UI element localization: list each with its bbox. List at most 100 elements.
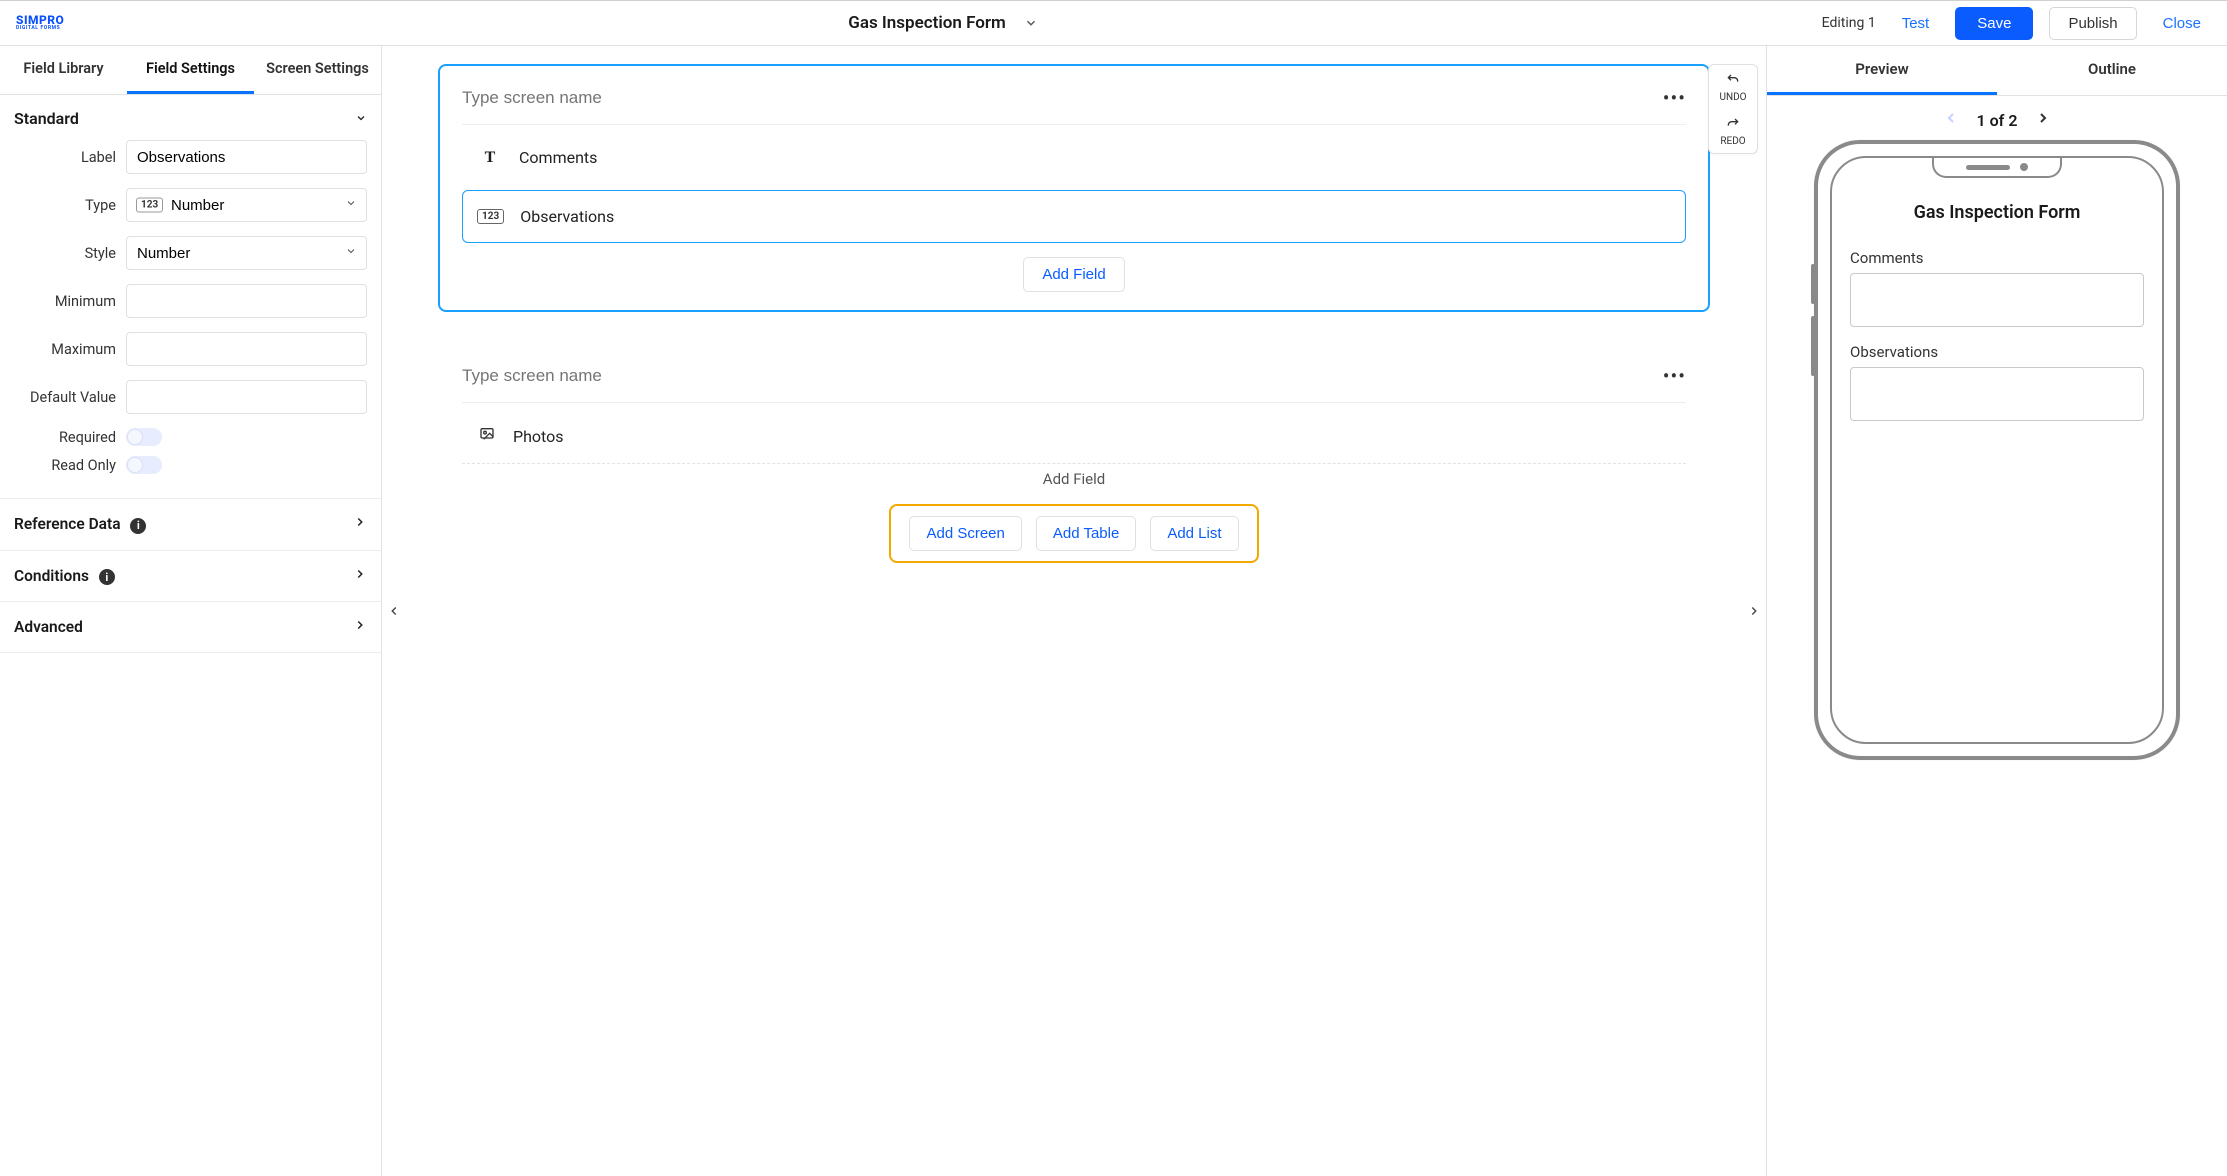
screen-card[interactable]: ••• Photos Add Field Add Screen Add Tabl… — [438, 342, 1710, 583]
tab-outline[interactable]: Outline — [1997, 46, 2227, 95]
chevron-right-icon — [353, 515, 367, 533]
save-button[interactable]: Save — [1955, 7, 2033, 40]
left-panel: Field Library Field Settings Screen Sett… — [0, 46, 382, 1176]
section-reference-data[interactable]: Reference Data i — [0, 499, 381, 551]
field-row[interactable]: T Comments — [462, 131, 1686, 184]
speaker-icon — [1966, 165, 2010, 170]
row-default-value: Default Value — [14, 380, 367, 414]
label-input[interactable] — [126, 140, 367, 174]
main: Field Library Field Settings Screen Sett… — [0, 46, 2227, 1176]
close-button[interactable]: Close — [2153, 9, 2211, 38]
image-icon — [477, 426, 497, 446]
collapse-right-button[interactable] — [1744, 591, 1764, 631]
add-field-button[interactable]: Add Field — [462, 463, 1686, 504]
field-label: Photos — [513, 427, 564, 446]
screen-header: ••• — [462, 86, 1686, 110]
pager-prev-button[interactable] — [1943, 110, 1959, 130]
right-panel: Preview Outline 1 of 2 Gas Inspec — [1767, 46, 2227, 1176]
logo-sub: DIGITAL FORMS — [16, 25, 64, 31]
add-field-button[interactable]: Add Field — [1023, 257, 1124, 292]
phone-content: Gas Inspection Form Comments Observation… — [1832, 158, 2162, 455]
collapse-left-button[interactable] — [384, 591, 404, 631]
screen-name-input[interactable] — [462, 366, 1441, 386]
label-style: Style — [14, 245, 116, 262]
section-conditions-label: Conditions — [14, 567, 89, 585]
add-table-button[interactable]: Add Table — [1036, 516, 1136, 551]
preview-field-label: Comments — [1850, 249, 2144, 267]
undo-button[interactable] — [1709, 65, 1757, 92]
preview-pager: 1 of 2 — [1767, 96, 2227, 136]
left-tabs: Field Library Field Settings Screen Sett… — [0, 46, 381, 95]
info-icon: i — [130, 518, 146, 534]
number-icon: 123 — [477, 209, 504, 224]
section-advanced-label: Advanced — [14, 618, 83, 636]
pager-text: 1 of 2 — [1977, 111, 2018, 130]
chevron-right-icon — [353, 567, 367, 585]
field-row[interactable]: 123 Observations — [462, 190, 1686, 243]
field-label: Observations — [520, 207, 614, 226]
form-title: Gas Inspection Form — [848, 13, 1006, 33]
right-tabs: Preview Outline — [1767, 46, 2227, 96]
editing-status: Editing 1 — [1822, 15, 1876, 31]
add-list-button[interactable]: Add List — [1150, 516, 1238, 551]
test-button[interactable]: Test — [1892, 9, 1940, 38]
info-icon: i — [99, 569, 115, 585]
tab-screen-settings[interactable]: Screen Settings — [254, 46, 381, 94]
label-read-only: Read Only — [14, 457, 116, 474]
label-minimum: Minimum — [14, 293, 116, 310]
label-type: Type — [14, 197, 116, 214]
field-label: Comments — [519, 148, 597, 167]
minimum-input[interactable] — [126, 284, 367, 318]
label-required: Required — [14, 429, 116, 446]
field-list: T Comments 123 Observations — [462, 124, 1686, 243]
section-conditions[interactable]: Conditions i — [0, 551, 381, 603]
add-bar: Add Screen Add Table Add List — [889, 504, 1258, 563]
row-style: Style — [14, 236, 367, 270]
row-read-only: Read Only — [14, 456, 367, 474]
row-maximum: Maximum — [14, 332, 367, 366]
section-standard-header[interactable]: Standard — [0, 95, 381, 140]
phone-notch — [1932, 158, 2062, 178]
required-toggle[interactable] — [126, 428, 162, 446]
publish-button[interactable]: Publish — [2049, 7, 2136, 40]
label-maximum: Maximum — [14, 341, 116, 358]
read-only-toggle[interactable] — [126, 456, 162, 474]
screen-menu-button[interactable]: ••• — [1663, 86, 1686, 110]
tab-field-settings[interactable]: Field Settings — [127, 46, 254, 94]
field-list: Photos — [462, 402, 1686, 463]
preview-field-input[interactable] — [1850, 367, 2144, 421]
preview-field-input[interactable] — [1850, 273, 2144, 327]
screen-name-input[interactable] — [462, 88, 1441, 108]
screen-header: ••• — [462, 364, 1686, 388]
camera-icon — [2020, 163, 2028, 171]
maximum-input[interactable] — [126, 332, 367, 366]
screen-menu-button[interactable]: ••• — [1663, 364, 1686, 388]
preview-form-title: Gas Inspection Form — [1850, 202, 2144, 223]
type-select[interactable] — [126, 188, 367, 222]
tab-preview[interactable]: Preview — [1767, 46, 1997, 95]
section-advanced[interactable]: Advanced — [0, 602, 381, 653]
form-title-dropdown[interactable] — [1024, 16, 1038, 30]
logo: SIMPRO DIGITAL FORMS — [16, 15, 64, 32]
row-label: Label — [14, 140, 367, 174]
redo-button[interactable] — [1709, 109, 1757, 136]
default-value-input[interactable] — [126, 380, 367, 414]
redo-label: REDO — [1709, 136, 1757, 153]
label-default-value: Default Value — [14, 389, 116, 406]
chevron-down-icon — [355, 109, 367, 128]
text-icon: T — [477, 149, 503, 167]
preview-field-label: Observations — [1850, 343, 2144, 361]
center-panel: UNDO REDO ••• T Comments 123 Observation… — [382, 46, 1767, 1176]
style-select[interactable] — [126, 236, 367, 270]
add-screen-button[interactable]: Add Screen — [909, 516, 1021, 551]
section-standard-body: Label Type 123 Style — [0, 140, 381, 499]
topbar-right: Editing 1 Test Save Publish Close — [1822, 7, 2211, 40]
screen-card[interactable]: ••• T Comments 123 Observations Add Fiel… — [438, 64, 1710, 312]
chevron-right-icon — [353, 618, 367, 636]
field-row[interactable]: Photos — [462, 409, 1686, 463]
undo-label: UNDO — [1709, 92, 1757, 109]
tab-field-library[interactable]: Field Library — [0, 46, 127, 94]
pager-next-button[interactable] — [2035, 110, 2051, 130]
label-label: Label — [14, 149, 116, 166]
row-required: Required — [14, 428, 367, 446]
